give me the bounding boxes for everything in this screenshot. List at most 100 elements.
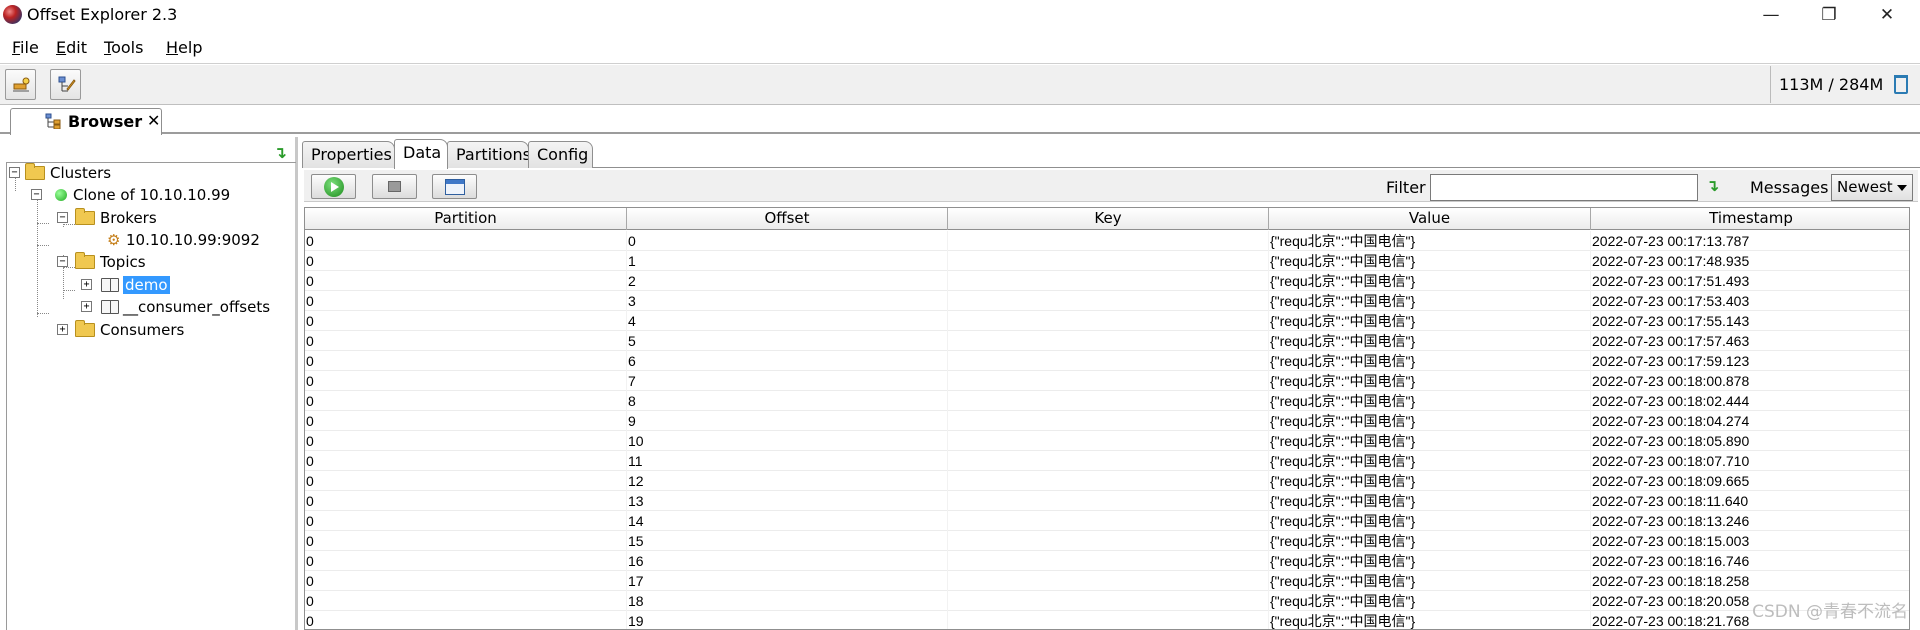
messages-select[interactable]: Newest [1831, 174, 1913, 201]
table-row[interactable]: 0 4 {"requ北京":"中国电信"} 2022-07-23 00:17:55.1… [305, 311, 1909, 331]
tree-node-topic-consumer-offsets[interactable]: + __consumer_offsets [7, 297, 270, 317]
expand-icon[interactable]: + [81, 279, 92, 290]
table-row[interactable]: 0 9 {"requ北京":"中国电信"} 2022-07-23 00:18:04.2… [305, 411, 1909, 431]
tree-label-topic-demo: demo [123, 276, 170, 294]
topic-book-icon [101, 278, 119, 292]
cell-key [948, 551, 1269, 571]
cell-key [948, 271, 1269, 291]
cell-partition: 0 [305, 551, 627, 571]
filter-label: Filter [1386, 178, 1426, 197]
apply-filter-icon[interactable]: ↴ [1706, 176, 1719, 195]
close-tab-icon[interactable]: ✕ [147, 111, 160, 130]
cell-key [948, 491, 1269, 511]
cell-offset: 19 [627, 611, 948, 629]
cell-timestamp: 2022-07-23 00:17:57.463 [1591, 331, 1909, 351]
tree-node-broker[interactable]: ⚙ 10.10.10.99:9092 [7, 230, 260, 250]
collapse-icon[interactable]: − [57, 256, 68, 267]
tab-data[interactable]: Data [394, 139, 448, 169]
messages-label: Messages [1750, 178, 1829, 197]
cell-key [948, 291, 1269, 311]
cell-timestamp: 2022-07-23 00:18:00.878 [1591, 371, 1909, 391]
table-row[interactable]: 0 1 {"requ北京":"中国电信"} 2022-07-23 00:17:48.9… [305, 251, 1909, 271]
start-button[interactable] [311, 174, 356, 199]
collapse-icon[interactable]: − [31, 189, 42, 200]
table-row[interactable]: 0 19 {"requ北京":"中国电信"} 2022-07-23 00:18:21.… [305, 611, 1909, 629]
column-header-partition[interactable]: Partition [305, 208, 627, 230]
cell-offset: 6 [627, 351, 948, 371]
tree-node-brokers[interactable]: − Brokers [7, 208, 157, 228]
table-row[interactable]: 0 15 {"requ北京":"中国电信"} 2022-07-23 00:18:15.… [305, 531, 1909, 551]
view-layout-button[interactable] [432, 174, 477, 199]
tree-node-topics[interactable]: − Topics [7, 252, 146, 272]
cell-value: {"requ北京":"中国电信"} [1269, 531, 1591, 551]
table-row[interactable]: 0 3 {"requ北京":"中国电信"} 2022-07-23 00:17:53.4… [305, 291, 1909, 311]
tree-node-topic-demo[interactable]: + demo [7, 275, 170, 295]
browser-tab-bar: Browser ✕ [0, 106, 1920, 135]
cell-key [948, 251, 1269, 271]
table-row[interactable]: 0 11 {"requ北京":"中国电信"} 2022-07-23 00:18:07.… [305, 451, 1909, 471]
menu-file[interactable]: File [12, 38, 39, 57]
cell-offset: 8 [627, 391, 948, 411]
table-row[interactable]: 0 10 {"requ北京":"中国电信"} 2022-07-23 00:18:05.… [305, 431, 1909, 451]
cell-value: {"requ北京":"中国电信"} [1269, 391, 1591, 411]
tree-node-cluster[interactable]: − Clone of 10.10.10.99 [7, 185, 230, 205]
minimize-button[interactable]: — [1742, 0, 1800, 30]
cell-value: {"requ北京":"中国电信"} [1269, 351, 1591, 371]
menu-edit[interactable]: Edit [56, 38, 87, 57]
column-header-value[interactable]: Value [1269, 208, 1591, 230]
tab-config[interactable]: Config [528, 141, 593, 168]
title-bar: Offset Explorer 2.3 — ❐ ✕ [0, 0, 1920, 30]
table-row[interactable]: 0 17 {"requ北京":"中国电信"} 2022-07-23 00:18:18.… [305, 571, 1909, 591]
trash-icon[interactable] [1894, 75, 1908, 94]
column-header-key[interactable]: Key [948, 208, 1269, 230]
maximize-button[interactable]: ❐ [1800, 0, 1858, 30]
table-row[interactable]: 0 12 {"requ北京":"中国电信"} 2022-07-23 00:18:09.… [305, 471, 1909, 491]
table-row[interactable]: 0 7 {"requ北京":"中国电信"} 2022-07-23 00:18:00.8… [305, 371, 1909, 391]
add-connection-button[interactable] [5, 69, 36, 100]
browse-tree-button[interactable] [50, 69, 81, 100]
cell-value: {"requ北京":"中国电信"} [1269, 431, 1591, 451]
window-title: Offset Explorer 2.3 [27, 5, 178, 24]
cell-timestamp: 2022-07-23 00:17:13.787 [1591, 231, 1909, 251]
cell-value: {"requ北京":"中国电信"} [1269, 471, 1591, 491]
table-row[interactable]: 0 14 {"requ北京":"中国电信"} 2022-07-23 00:18:13.… [305, 511, 1909, 531]
cell-partition: 0 [305, 371, 627, 391]
tree-node-clusters[interactable]: − Clusters [7, 163, 111, 183]
cell-offset: 17 [627, 571, 948, 591]
cell-timestamp: 2022-07-23 00:18:11.640 [1591, 491, 1909, 511]
cell-timestamp: 2022-07-23 00:18:05.890 [1591, 431, 1909, 451]
table-row[interactable]: 0 2 {"requ北京":"中国电信"} 2022-07-23 00:17:51.4… [305, 271, 1909, 291]
filter-input[interactable] [1430, 174, 1698, 201]
cell-value: {"requ北京":"中国电信"} [1269, 591, 1591, 611]
column-header-offset[interactable]: Offset [627, 208, 948, 230]
tree-node-consumers[interactable]: + Consumers [7, 320, 184, 340]
stop-icon [388, 181, 401, 192]
table-row[interactable]: 0 16 {"requ北京":"中国电信"} 2022-07-23 00:18:16.… [305, 551, 1909, 571]
tab-partitions[interactable]: Partitions [447, 141, 531, 168]
close-window-button[interactable]: ✕ [1858, 0, 1916, 30]
table-row[interactable]: 0 18 {"requ北京":"中国电信"} 2022-07-23 00:18:20.… [305, 591, 1909, 611]
cell-value: {"requ北京":"中国电信"} [1269, 571, 1591, 591]
collapse-icon[interactable]: − [9, 167, 20, 178]
tab-browser[interactable]: Browser ✕ [10, 108, 162, 135]
cell-partition: 0 [305, 531, 627, 551]
collapse-icon[interactable]: − [57, 212, 68, 223]
table-row[interactable]: 0 13 {"requ北京":"中国电信"} 2022-07-23 00:18:11.… [305, 491, 1909, 511]
column-header-timestamp[interactable]: Timestamp [1591, 208, 1909, 230]
table-row[interactable]: 0 0 {"requ北京":"中国电信"} 2022-07-23 00:17:13.7… [305, 231, 1909, 251]
cell-partition: 0 [305, 391, 627, 411]
topic-detail-panel: Properties Data Partitions Config Filter… [302, 137, 1920, 630]
refresh-icon[interactable]: ↴ [274, 143, 287, 162]
menu-help[interactable]: Help [166, 38, 202, 57]
table-row[interactable]: 0 5 {"requ北京":"中国电信"} 2022-07-23 00:17:57.4… [305, 331, 1909, 351]
window-layout-icon [444, 178, 465, 195]
expand-icon[interactable]: + [81, 301, 92, 312]
menu-tools[interactable]: Tools [104, 38, 143, 57]
table-row[interactable]: 0 6 {"requ北京":"中国电信"} 2022-07-23 00:17:59.1… [305, 351, 1909, 371]
stop-button[interactable] [372, 174, 417, 199]
expand-icon[interactable]: + [57, 324, 68, 335]
tab-properties[interactable]: Properties [302, 141, 395, 168]
cell-offset: 1 [627, 251, 948, 271]
table-row[interactable]: 0 8 {"requ北京":"中国电信"} 2022-07-23 00:18:02.4… [305, 391, 1909, 411]
cell-offset: 14 [627, 511, 948, 531]
